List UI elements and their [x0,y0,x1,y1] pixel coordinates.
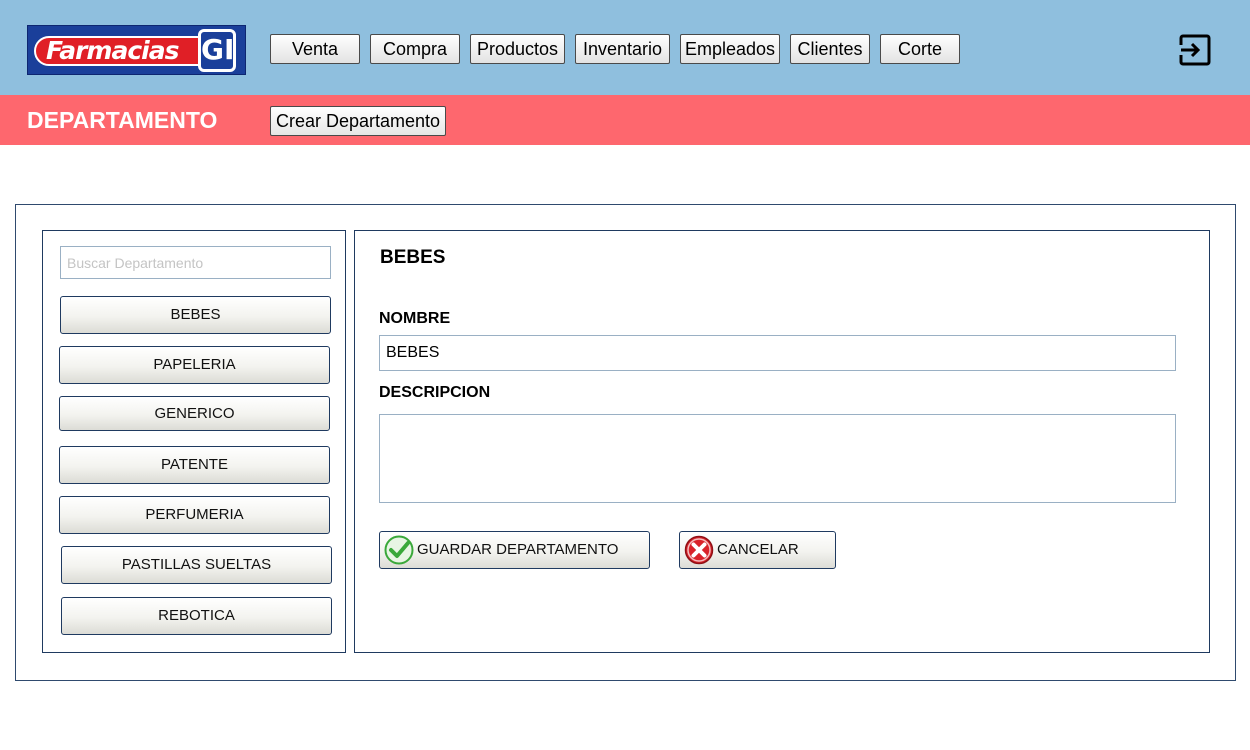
save-department-button[interactable]: GUARDAR DEPARTAMENTO [379,531,650,569]
cancel-label: CANCELAR [717,541,799,558]
name-label: NOMBRE [379,310,451,327]
department-item-perfumeria[interactable]: PERFUMERIA [59,496,330,534]
top-navigation-bar: Farmacias GI Venta Compra Productos Inve… [0,0,1250,95]
department-item-papeleria[interactable]: PAPELERIA [59,346,330,384]
department-item-patente[interactable]: PATENTE [59,446,330,484]
nav-venta-button[interactable]: Venta [270,34,360,64]
logo-text: Farmacias [46,36,179,65]
cancel-x-icon [684,535,714,565]
name-field[interactable] [379,335,1176,371]
logout-icon[interactable] [1178,33,1212,67]
save-department-label: GUARDAR DEPARTAMENTO [417,541,619,558]
create-department-button[interactable]: Crear Departamento [270,106,446,136]
department-item-pastillas-sueltas[interactable]: PASTILLAS SUELTAS [61,546,332,584]
search-department-input[interactable] [60,246,331,279]
logo-badge: GI [198,29,236,72]
logo-wordmark: Farmacias [34,36,218,66]
detail-title: BEBES [380,247,446,268]
department-list-panel [42,230,346,653]
checkmark-icon [384,535,414,565]
nav-clientes-button[interactable]: Clientes [790,34,870,64]
department-item-generico[interactable]: GENERICO [59,396,330,431]
department-item-rebotica[interactable]: REBOTICA [61,597,332,635]
page-title: DEPARTAMENTO [27,107,218,133]
section-header: DEPARTAMENTO Crear Departamento [0,95,1250,145]
cancel-button[interactable]: CANCELAR [679,531,836,569]
nav-compra-button[interactable]: Compra [370,34,460,64]
nav-productos-button[interactable]: Productos [470,34,565,64]
nav-inventario-button[interactable]: Inventario [575,34,670,64]
farmacias-logo: Farmacias GI [27,25,246,75]
description-label: DESCRIPCION [379,384,491,401]
nav-empleados-button[interactable]: Empleados [680,34,780,64]
description-field[interactable] [379,414,1176,503]
department-item-bebes[interactable]: BEBES [60,296,331,334]
nav-corte-button[interactable]: Corte [880,34,960,64]
